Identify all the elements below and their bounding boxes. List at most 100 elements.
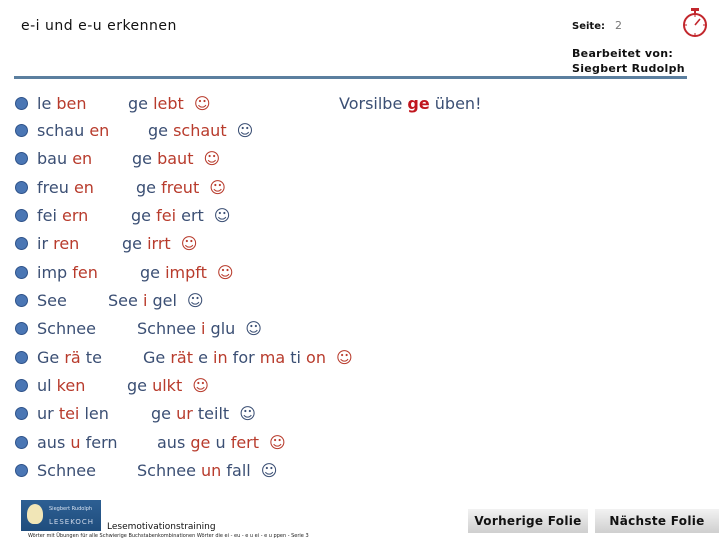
bullet-icon: [15, 97, 28, 110]
bullet-icon: [15, 379, 28, 392]
next-slide-button[interactable]: Nächste Folie: [595, 509, 719, 533]
exercise-heading: Vorsilbe ge üben!: [339, 94, 481, 113]
syllable: aus: [157, 433, 191, 452]
highlighted-syllable: irrt: [147, 234, 171, 253]
derived-word: ge schaut ☺: [148, 121, 253, 140]
lightbulb-icon: [27, 504, 43, 524]
highlighted-syllable: lebt: [153, 94, 184, 113]
syllable: ge: [122, 234, 148, 253]
highlighted-syllable: fei: [156, 206, 177, 225]
bullet-icon: [15, 152, 28, 165]
stopwatch-icon[interactable]: [681, 7, 709, 39]
derived-word: ge baut ☺: [132, 149, 220, 168]
syllable: fall: [221, 461, 251, 480]
highlighted-syllable: ben: [56, 94, 87, 113]
smiley-icon[interactable]: ☺: [181, 234, 198, 253]
syllable: ge: [131, 206, 157, 225]
syllable: len: [79, 404, 109, 423]
derived-word: ge lebt ☺: [128, 94, 211, 113]
footer-caption: Wörter mit Übungen für alle Schwierige B…: [28, 533, 309, 539]
base-word: fei ern: [37, 206, 88, 225]
base-word: aus u fern: [37, 433, 118, 452]
highlighted-syllable: un: [201, 461, 222, 480]
highlighted-syllable: en: [89, 121, 110, 140]
highlighted-syllable: tei: [58, 404, 80, 423]
syllable: imp: [37, 263, 73, 282]
syllable: ge: [151, 404, 177, 423]
smiley-icon[interactable]: ☺: [245, 319, 262, 338]
highlighted-syllable: ulkt: [152, 376, 183, 395]
base-word: ir ren: [37, 234, 79, 253]
smiley-icon[interactable]: ☺: [209, 178, 226, 197]
syllable: ert: [176, 206, 204, 225]
header-divider: [14, 76, 487, 79]
page-indicator: Seite: 2: [572, 19, 622, 32]
syllable: ge: [128, 94, 154, 113]
smiley-icon[interactable]: ☺: [192, 376, 209, 395]
highlighted-syllable: fert: [230, 433, 260, 452]
base-word: Ge rä te: [37, 348, 102, 367]
bullet-icon: [15, 322, 28, 335]
smiley-icon[interactable]: ☺: [194, 94, 211, 113]
bullet-icon: [15, 436, 28, 449]
smiley-icon[interactable]: ☺: [336, 348, 353, 367]
syllable: schau: [37, 121, 90, 140]
highlighted-syllable: on: [306, 348, 326, 367]
smiley-icon[interactable]: ☺: [203, 149, 220, 168]
smiley-icon[interactable]: ☺: [239, 404, 256, 423]
syllable: Schnee: [137, 319, 202, 338]
highlighted-syllable: ren: [53, 234, 80, 253]
heading-suffix: üben!: [429, 94, 482, 113]
page-number: 2: [614, 19, 622, 32]
base-word: See: [37, 291, 67, 310]
bullet-icon: [15, 124, 28, 137]
syllable: teilt: [192, 404, 230, 423]
smiley-icon[interactable]: ☺: [261, 461, 278, 480]
syllable: fei: [37, 206, 63, 225]
syllable: fern: [80, 433, 118, 452]
syllable: Schnee: [37, 461, 96, 480]
smiley-icon[interactable]: ☺: [214, 206, 231, 225]
previous-slide-button[interactable]: Vorherige Folie: [468, 509, 588, 533]
derived-word: ge impft ☺: [140, 263, 234, 282]
base-word: bau en: [37, 149, 92, 168]
highlighted-syllable: rä: [64, 348, 81, 367]
syllable: ul: [37, 376, 57, 395]
derived-word: See i gel ☺: [108, 291, 204, 310]
bullet-icon: [15, 294, 28, 307]
derived-word: Schnee i glu ☺: [137, 319, 262, 338]
derived-word: Ge rät e in for ma ti on ☺: [143, 348, 353, 367]
syllable: e: [192, 348, 213, 367]
smiley-icon[interactable]: ☺: [217, 263, 234, 282]
highlighted-syllable: in: [213, 348, 228, 367]
syllable: freu: [37, 178, 74, 197]
highlighted-syllable: u: [70, 433, 81, 452]
syllable: ti: [285, 348, 307, 367]
derived-word: ge irrt ☺: [122, 234, 197, 253]
highlighted-syllable: ken: [56, 376, 86, 395]
smiley-icon[interactable]: ☺: [187, 291, 204, 310]
smiley-icon[interactable]: ☺: [269, 433, 286, 452]
highlighted-syllable: ge: [190, 433, 211, 452]
base-word: ur tei len: [37, 404, 109, 423]
derived-word: ge ur teilt ☺: [151, 404, 256, 423]
lesekoch-logo: Siegbert Rudolph LESEKOCH: [21, 500, 101, 531]
base-word: imp fen: [37, 263, 98, 282]
syllable: ur: [37, 404, 59, 423]
syllable: bau: [37, 149, 73, 168]
syllable: ge: [136, 178, 162, 197]
bullet-icon: [15, 351, 28, 364]
page-label: Seite:: [572, 21, 605, 32]
syllable: gel: [147, 291, 177, 310]
syllable: ge: [140, 263, 166, 282]
bullet-icon: [15, 209, 28, 222]
base-word: ul ken: [37, 376, 85, 395]
edited-by-label: Bearbeitet von:: [572, 47, 674, 60]
syllable: ge: [148, 121, 174, 140]
syllable: aus: [37, 433, 71, 452]
highlighted-syllable: rät: [170, 348, 193, 367]
logo-brand: LESEKOCH: [49, 518, 95, 526]
highlighted-syllable: schaut: [173, 121, 227, 140]
bullet-icon: [15, 266, 28, 279]
smiley-icon[interactable]: ☺: [237, 121, 254, 140]
